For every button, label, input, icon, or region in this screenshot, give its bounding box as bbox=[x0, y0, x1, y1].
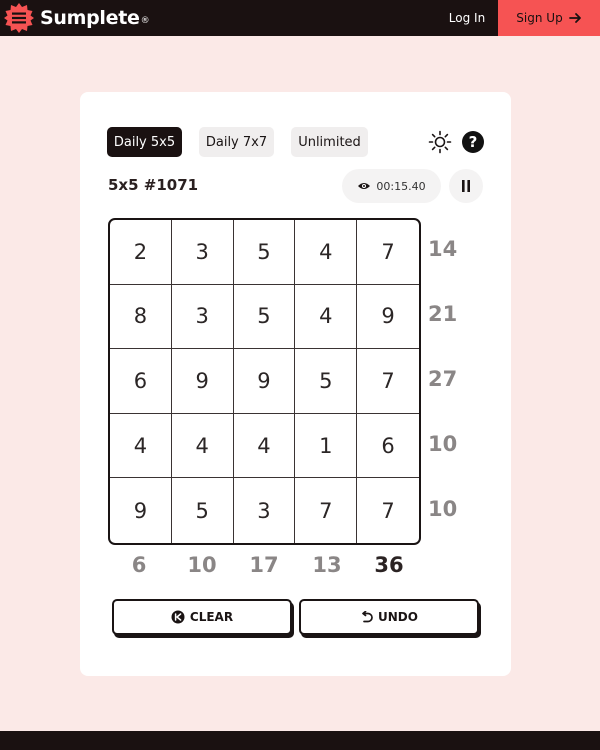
grid-cell[interactable]: 4 bbox=[233, 413, 296, 479]
undo-icon bbox=[362, 610, 373, 622]
column-target: 6 bbox=[131, 553, 147, 577]
column-target: 10 bbox=[187, 553, 217, 577]
clear-button[interactable]: CLEAR bbox=[112, 599, 292, 635]
grid-cell[interactable]: 9 bbox=[357, 285, 419, 350]
tab-unlimited[interactable]: Unlimited bbox=[291, 127, 368, 157]
arrow-right-icon bbox=[568, 13, 581, 23]
column-target: 17 bbox=[249, 553, 279, 577]
timer[interactable]: 00:15.40 bbox=[342, 169, 441, 203]
grid-cell[interactable]: 9 bbox=[110, 478, 172, 543]
column-target: 13 bbox=[312, 553, 342, 577]
eye-icon bbox=[358, 183, 371, 189]
grid-cell[interactable]: 9 bbox=[171, 349, 234, 414]
grid-cell[interactable]: 7 bbox=[357, 220, 419, 285]
row-target: 27 bbox=[428, 367, 458, 391]
brand[interactable]: Sumplete ® bbox=[4, 3, 150, 33]
undo-label: UNDO bbox=[378, 610, 418, 624]
grid-cell[interactable]: 5 bbox=[295, 349, 358, 414]
game-card: Daily 5x5 Daily 7x7 Unlimited ? 5x5 #107… bbox=[80, 92, 511, 676]
help-icon[interactable]: ? bbox=[462, 131, 484, 153]
grid-cell[interactable]: 7 bbox=[357, 349, 419, 414]
tab-daily-7x7[interactable]: Daily 7x7 bbox=[199, 127, 274, 157]
signup-label: Sign Up bbox=[516, 11, 563, 25]
puzzle-title: 5x5 #1071 bbox=[108, 176, 199, 194]
grid-cell[interactable]: 7 bbox=[357, 478, 419, 543]
row-target: 21 bbox=[428, 302, 458, 326]
tab-daily-5x5[interactable]: Daily 5x5 bbox=[107, 127, 182, 157]
grid-cell[interactable]: 9 bbox=[233, 349, 296, 414]
grid-cell[interactable]: 2 bbox=[110, 220, 172, 285]
pause-button[interactable] bbox=[449, 169, 483, 203]
grid-cell[interactable]: 4 bbox=[110, 413, 172, 479]
sun-icon[interactable] bbox=[428, 130, 452, 154]
grid-cell[interactable]: 3 bbox=[234, 478, 296, 543]
grid-cell[interactable]: 3 bbox=[171, 220, 234, 285]
row-target: 10 bbox=[428, 432, 458, 456]
grid-cell[interactable]: 3 bbox=[171, 284, 234, 350]
grid-cell[interactable]: 1 bbox=[295, 413, 358, 479]
signup-button[interactable]: Sign Up bbox=[498, 0, 600, 36]
grid-cell[interactable]: 6 bbox=[110, 349, 172, 414]
grid-cell[interactable]: 4 bbox=[171, 413, 234, 479]
grid-cell[interactable]: 6 bbox=[357, 414, 419, 479]
brand-name: Sumplete bbox=[40, 7, 140, 29]
clear-label: CLEAR bbox=[189, 610, 234, 624]
undo-button[interactable]: UNDO bbox=[299, 599, 479, 635]
timer-value: 00:15.40 bbox=[376, 179, 426, 193]
grid-cell[interactable]: 5 bbox=[172, 478, 234, 543]
grid-cell[interactable]: 5 bbox=[233, 220, 296, 285]
pause-icon bbox=[462, 180, 470, 192]
registered-mark: ® bbox=[140, 16, 150, 26]
grid-cell[interactable]: 8 bbox=[110, 284, 172, 350]
number-grid: 2 3 5 4 7 8 3 5 4 9 6 9 9 5 7 4 4 4 1 6 … bbox=[108, 218, 421, 545]
grid-cell[interactable]: 4 bbox=[295, 284, 358, 350]
login-link[interactable]: Log In bbox=[438, 0, 496, 36]
column-target-completed: 36 bbox=[374, 553, 404, 577]
grid-cell[interactable]: 7 bbox=[295, 478, 358, 543]
footer-bar bbox=[0, 731, 600, 750]
grid-cell[interactable]: 5 bbox=[233, 284, 296, 350]
row-target: 10 bbox=[428, 497, 458, 521]
top-bar: Sumplete ® Log In Sign Up bbox=[0, 0, 600, 36]
sumplete-logo-icon bbox=[4, 3, 34, 33]
row-target: 14 bbox=[428, 237, 458, 261]
clear-icon bbox=[171, 610, 185, 624]
grid-cell[interactable]: 4 bbox=[295, 220, 358, 285]
